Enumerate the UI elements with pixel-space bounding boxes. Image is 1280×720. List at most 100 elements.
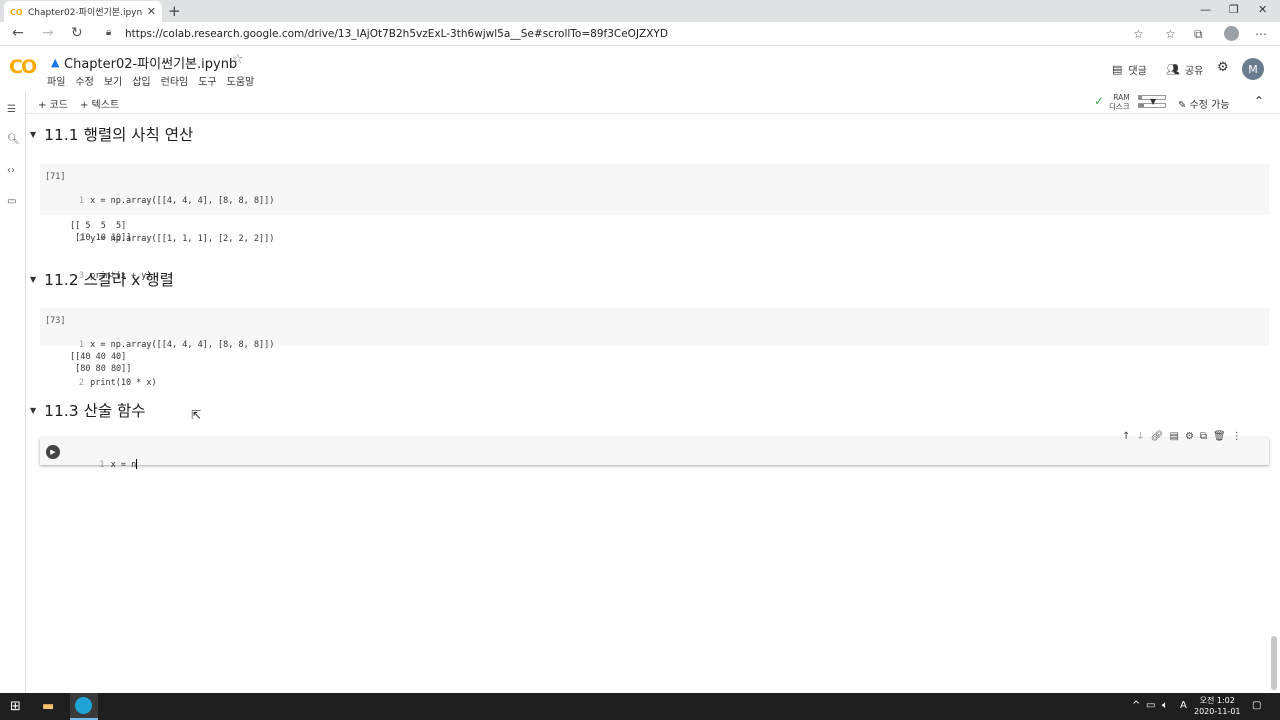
code-line: 2 print(10 * x) (78, 377, 157, 388)
volume-muted-icon[interactable]: 🔈︎ (1162, 700, 1168, 711)
menu-runtime[interactable]: 런타임 (161, 73, 189, 88)
comment-cell-icon[interactable]: ▤ (1169, 431, 1178, 442)
cell-settings-icon[interactable]: ⚙ (1185, 431, 1194, 442)
drive-icon: ▲ (51, 56, 60, 69)
pencil-icon: ✎ (1178, 100, 1187, 111)
section-heading: ▼ 11.3 산술 함수 (30, 399, 146, 421)
address-bar-row: ← → ↻ 🔒︎ https://colab.research.google.c… (0, 22, 1280, 46)
clock-date: 2020-11-01 (1194, 707, 1241, 716)
section-heading: ▼ 11.1 행렬의 사칙 연산 (30, 123, 193, 145)
share-button[interactable]: 👥︎ 공유 (1166, 62, 1203, 77)
profile-icon[interactable] (1224, 26, 1239, 41)
active-code-line: x = n (110, 459, 137, 470)
link-icon[interactable]: 🔗︎ (1151, 431, 1164, 442)
heading-text: 11.2 스칼라 x 행렬 (44, 271, 174, 289)
text-cursor (136, 459, 138, 469)
section-heading: ▼ 11.2 스칼라 x 행렬 (30, 268, 174, 290)
menu-bar: 파일 수정 보기 삽입 런타임 도구 도움말 (47, 73, 264, 88)
notifications-icon[interactable]: ▢ (1252, 700, 1261, 711)
network-icon[interactable]: ▭ (1146, 700, 1155, 711)
window-close-button[interactable]: ✕ (1258, 3, 1267, 16)
browser-tab[interactable]: CO Chapter02-파이썬기본.ipynb - C ✕ (4, 1, 162, 22)
url-field[interactable]: https://colab.research.google.com/drive/… (125, 28, 668, 40)
left-sidebar: ☰ 🔍︎ ‹› ▭ (0, 92, 26, 693)
tab-title: Chapter02-파이썬기본.ipynb - C (28, 8, 143, 18)
comment-button[interactable]: ▤ 댓글 (1112, 62, 1147, 77)
clock-time: 오전 1:02 (1199, 696, 1235, 705)
mouse-pointer-icon: ⇱ (191, 408, 202, 422)
windows-taskbar: ⊞ ▬ ^ ▭ 🔈︎ A 오전 1:02 2020-11-01 ▢ (0, 693, 1280, 720)
lock-icon: 🔒︎ (106, 27, 112, 38)
code-snippets-icon[interactable]: ‹› (7, 165, 15, 176)
add-code-button[interactable]: + 코드 (38, 96, 68, 111)
back-arrow-icon[interactable]: ← (12, 25, 24, 41)
restore-button[interactable]: ❐ (1229, 3, 1239, 16)
start-windows-icon[interactable]: ⊞ (10, 699, 21, 714)
disk-meter-fill (1139, 104, 1145, 107)
ram-meter-fill (1139, 96, 1143, 99)
cell-output: [[40 40 40] [80 80 80]] (70, 352, 132, 374)
forward-arrow-icon[interactable]: → (42, 25, 54, 41)
colab-header: CO ▲ Chapter02-파이썬기본.ipynb ☆ 파일 수정 보기 삽입… (0, 46, 1280, 92)
menu-help[interactable]: 도움말 (227, 73, 255, 88)
code-cell[interactable]: [71] 1 x = np.array([[4, 4, 4], [8, 8, 8… (40, 164, 1269, 281)
files-folder-icon[interactable]: ▭ (7, 196, 16, 207)
favorites-icon[interactable]: ☆ (1165, 27, 1176, 41)
file-explorer-icon[interactable]: ▬ (42, 699, 54, 714)
edge-browser-icon[interactable] (75, 697, 92, 714)
more-options-icon[interactable]: ⋯ (1255, 27, 1267, 41)
edit-mode-label: 수정 가능 (1189, 100, 1230, 111)
search-icon[interactable]: 🔍︎ (7, 134, 20, 145)
heading-text: 11.3 산술 함수 (44, 402, 146, 420)
code-cell[interactable]: [73] 1 x = np.array([[4, 4, 4], [8, 8, 8… (40, 308, 1269, 388)
tray-chevron-up-icon[interactable]: ^ (1132, 700, 1140, 711)
execution-count: [71] (45, 172, 66, 182)
ram-label: RAM (1113, 93, 1130, 102)
move-down-icon[interactable]: ↓ (1136, 431, 1144, 442)
collapse-caret-icon[interactable]: ▼ (30, 275, 36, 284)
edit-mode-button[interactable]: ✎ 수정 가능 (1178, 96, 1230, 111)
minimize-button[interactable]: — (1200, 3, 1211, 16)
tab-close-icon[interactable]: ✕ (147, 5, 156, 18)
mirror-cell-icon[interactable]: ⧉ (1200, 431, 1207, 442)
cell-more-icon[interactable]: ⋮ (1232, 431, 1242, 442)
collapse-caret-icon[interactable]: ▼ (30, 130, 36, 139)
share-label: 공유 (1184, 66, 1204, 77)
menu-edit[interactable]: 수정 (75, 73, 93, 88)
menu-insert[interactable]: 삽입 (132, 73, 150, 88)
menu-tools[interactable]: 도구 (198, 73, 216, 88)
collapse-header-icon[interactable]: ⌃ (1254, 94, 1264, 108)
delete-cell-icon[interactable]: 🗑︎ (1213, 431, 1226, 442)
new-tab-button[interactable]: + (168, 2, 181, 20)
move-up-icon[interactable]: ↑ (1122, 431, 1130, 442)
execution-count: [73] (45, 316, 66, 326)
runtime-dropdown-icon[interactable]: ▼ (1150, 97, 1156, 106)
active-code-cell[interactable]: ▶ 1 x = n (40, 438, 1269, 470)
menu-view[interactable]: 보기 (104, 73, 122, 88)
settings-gear-icon[interactable]: ⚙ (1217, 60, 1229, 75)
notebook-title[interactable]: Chapter02-파이썬기본.ipynb (64, 53, 237, 72)
code-editor[interactable]: 1 x = n (76, 446, 138, 484)
star-icon[interactable]: ☆ (232, 52, 244, 67)
browser-tabstrip: CO Chapter02-파이썬기본.ipynb - C ✕ + — ❐ ✕ (0, 0, 1280, 22)
comment-label: 댓글 (1128, 66, 1147, 77)
avatar[interactable]: M (1242, 58, 1264, 80)
ime-indicator[interactable]: A (1180, 700, 1187, 711)
heading-text: 11.1 행렬의 사칙 연산 (44, 126, 194, 144)
disk-label: 디스크 (1109, 102, 1130, 111)
code-line: 1 x = np.array([[4, 4, 4], [8, 8, 8]]) (78, 196, 275, 206)
table-of-contents-icon[interactable]: ☰ (7, 104, 16, 115)
collapse-caret-icon[interactable]: ▼ (30, 406, 36, 415)
page-scrollbar[interactable] (1271, 636, 1277, 690)
bookmark-star-icon[interactable]: ☆ (1133, 27, 1144, 41)
collections-icon[interactable]: ⧉ (1194, 27, 1203, 42)
cell-output: [[ 5 5 5] [10 10 10]] (70, 221, 132, 243)
add-text-button[interactable]: + 텍스트 (80, 96, 119, 111)
notebook-toolbar: + 코드 + 텍스트 ✓ RAM 디스크 ▼ ✎ 수정 가능 ⌃ (26, 92, 1280, 114)
resource-labels: RAM 디스크 (1109, 93, 1130, 111)
system-clock[interactable]: 오전 1:02 2020-11-01 (1194, 695, 1241, 717)
run-cell-button[interactable]: ▶ (46, 445, 60, 459)
menu-file[interactable]: 파일 (47, 73, 65, 88)
reload-icon[interactable]: ↻ (71, 25, 83, 41)
colab-logo[interactable]: CO (9, 56, 37, 78)
